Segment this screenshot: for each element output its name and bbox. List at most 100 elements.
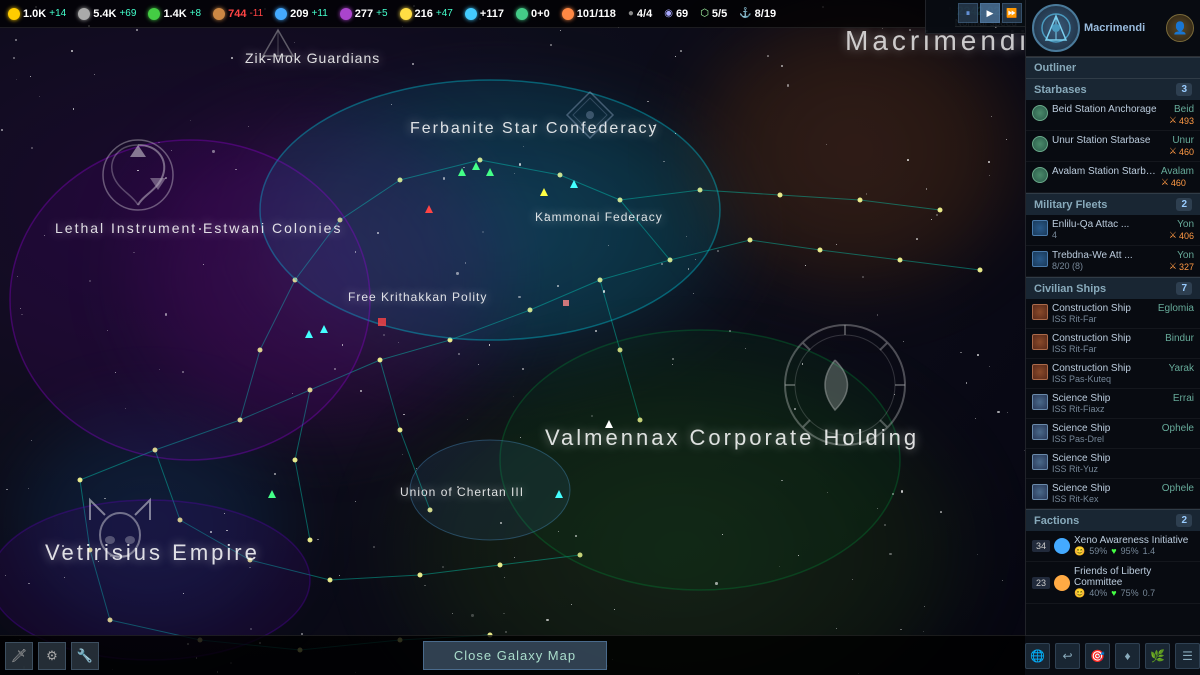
starbases-section-header[interactable]: Starbases 3 (1026, 78, 1200, 100)
resource-alloys[interactable]: 744 -11 (213, 8, 263, 20)
resource-energy[interactable]: 1.0K +14 (8, 8, 66, 20)
food-icon (148, 8, 160, 20)
fleet-info-enlilu: Enlilu-Qa Attac ... 4 (1052, 219, 1165, 240)
pause-button[interactable]: ⏸ (958, 3, 978, 23)
galaxy-map[interactable]: Zik-Mok Guardians Ferbanite Star Confede… (0, 0, 1030, 675)
star (693, 293, 694, 294)
minerals-value: 5.4K (93, 8, 116, 20)
ship-marker[interactable] (472, 162, 480, 170)
planets-icon: ◉ (664, 8, 673, 19)
ship-name-2: Construction Ship (1052, 363, 1165, 374)
star (862, 276, 864, 278)
ship-item-2[interactable]: Construction Ship ISS Pas-Kuteq Yarak (1026, 359, 1200, 389)
star (675, 133, 676, 134)
starbase-location-avalam: Avalam (1161, 166, 1194, 177)
ship-item-0[interactable]: Construction Ship ISS Rit-Far Eglomia (1026, 299, 1200, 329)
fast-forward-button[interactable]: ⏩ (1002, 3, 1022, 23)
br-icon-menu[interactable]: ☰ (1175, 643, 1200, 669)
resource-systems[interactable]: ⬡ 5/5 (700, 8, 727, 20)
resource-consumer[interactable]: 209 +11 (275, 8, 328, 20)
resource-fleets[interactable]: ⚓ 8/19 (739, 8, 776, 20)
ship-marker[interactable] (305, 330, 313, 338)
faction-name-liberty: Friends of Liberty Committee (1074, 566, 1194, 588)
star (884, 524, 886, 526)
resource-food[interactable]: 1.4K +8 (148, 8, 201, 20)
portrait-area[interactable]: Macrimendi 👤 (1026, 0, 1200, 57)
star (443, 177, 445, 179)
resource-physics[interactable]: +117 (465, 8, 504, 20)
resource-influence[interactable]: 277 +5 (340, 8, 388, 20)
star (518, 296, 520, 298)
faction-name-xeno: Xeno Awareness Initiative (1074, 535, 1194, 546)
star (402, 454, 403, 455)
star (936, 214, 937, 215)
ship-item-1[interactable]: Construction Ship ISS Rit-Far Bindur (1026, 329, 1200, 359)
ship-name-3: Science Ship (1052, 393, 1169, 404)
bottom-left-icons: 🗡 ⚙ 🔧 (5, 642, 99, 670)
star (210, 531, 212, 533)
civilian-ships-section-header[interactable]: Civilian Ships 7 (1026, 277, 1200, 299)
factions-section-header[interactable]: Factions 2 (1026, 509, 1200, 531)
bottom-icon-wrench[interactable]: 🔧 (71, 642, 99, 670)
br-icon-leaf[interactable]: 🌿 (1145, 643, 1170, 669)
factions-count: 2 (1176, 514, 1192, 527)
star (424, 585, 425, 586)
unity-icon (400, 8, 412, 20)
star (458, 353, 460, 355)
star (21, 314, 22, 315)
ship-marker[interactable] (425, 205, 433, 213)
ship-item-3[interactable]: Science Ship ISS Rit-Fiaxz Errai (1026, 389, 1200, 419)
br-icon-globe[interactable]: 🌐 (1025, 643, 1050, 669)
ship-marker[interactable] (555, 490, 563, 498)
resource-planets[interactable]: ◉ 69 (664, 8, 688, 20)
starbase-item-beid[interactable]: Beid Station Anchorage Beid ⚔ 493 (1026, 100, 1200, 131)
faction-item-xeno[interactable]: 34 Xeno Awareness Initiative 😊 59% ♥ 95%… (1026, 531, 1200, 562)
star (889, 553, 891, 555)
faction-num-liberty: 23 (1032, 577, 1050, 589)
ship-marker[interactable] (540, 188, 548, 196)
star (603, 290, 605, 292)
star (316, 58, 317, 59)
resource-engineering[interactable]: 101/118 (562, 8, 616, 20)
ship-marker[interactable] (320, 325, 328, 333)
science-ship-icon (1032, 424, 1048, 440)
outliner-header[interactable]: Outliner (1026, 57, 1200, 78)
resource-minerals[interactable]: 5.4K +69 (78, 8, 136, 20)
star (373, 546, 375, 548)
ship-item-5[interactable]: Science Ship ISS Rit-Yuz (1026, 449, 1200, 479)
resource-unity[interactable]: 216 +47 (400, 8, 453, 20)
bottom-icon-gear[interactable]: ⚙ (38, 642, 66, 670)
outliner-title: Outliner (1034, 62, 1076, 74)
consumer-icon (275, 8, 287, 20)
br-icon-back[interactable]: ↩ (1055, 643, 1080, 669)
ship-marker[interactable] (268, 490, 276, 498)
close-galaxy-map-button[interactable]: Close Galaxy Map (423, 641, 607, 670)
ship-name-1: Construction Ship (1052, 333, 1161, 344)
star (940, 511, 942, 513)
fleet-item-enlilu[interactable]: Enlilu-Qa Attac ... 4 Yon ⚔ 406 (1026, 215, 1200, 246)
star (520, 437, 521, 438)
bottom-icon-sword[interactable]: 🗡 (5, 642, 33, 670)
military-fleets-section-header[interactable]: Military Fleets 2 (1026, 193, 1200, 215)
portrait-mini[interactable]: 👤 (1166, 14, 1194, 42)
star (471, 614, 473, 616)
ship-marker[interactable] (458, 168, 466, 176)
resource-pops[interactable]: ● 4/4 (628, 8, 652, 20)
star (575, 535, 577, 537)
fleet-item-trebdna[interactable]: Trebdna-We Att ... 8/20 (8) Yon ⚔ 327 (1026, 246, 1200, 277)
play-button[interactable]: ▶ (980, 3, 1000, 23)
empire-portrait[interactable] (1032, 4, 1080, 52)
ship-item-6[interactable]: Science Ship ISS Rit-Kex Ophele (1026, 479, 1200, 509)
br-icon-diamond[interactable]: ♦ (1115, 643, 1140, 669)
br-icon-target[interactable]: 🎯 (1085, 643, 1110, 669)
star (505, 631, 506, 632)
ship-marker[interactable] (486, 168, 494, 176)
ship-item-4[interactable]: Science Ship ISS Pas-Drel Ophele (1026, 419, 1200, 449)
star (1, 129, 3, 131)
resource-society[interactable]: 0+0 (516, 8, 550, 20)
ship-marker[interactable] (605, 420, 613, 428)
ship-marker[interactable] (570, 180, 578, 188)
starbase-item-avalam[interactable]: Avalam Station Starbase Avalam ⚔ 460 (1026, 162, 1200, 193)
starbase-item-unur[interactable]: Unur Station Starbase Unur ⚔ 460 (1026, 131, 1200, 162)
faction-item-liberty[interactable]: 23 Friends of Liberty Committee 😊 40% ♥ … (1026, 562, 1200, 604)
